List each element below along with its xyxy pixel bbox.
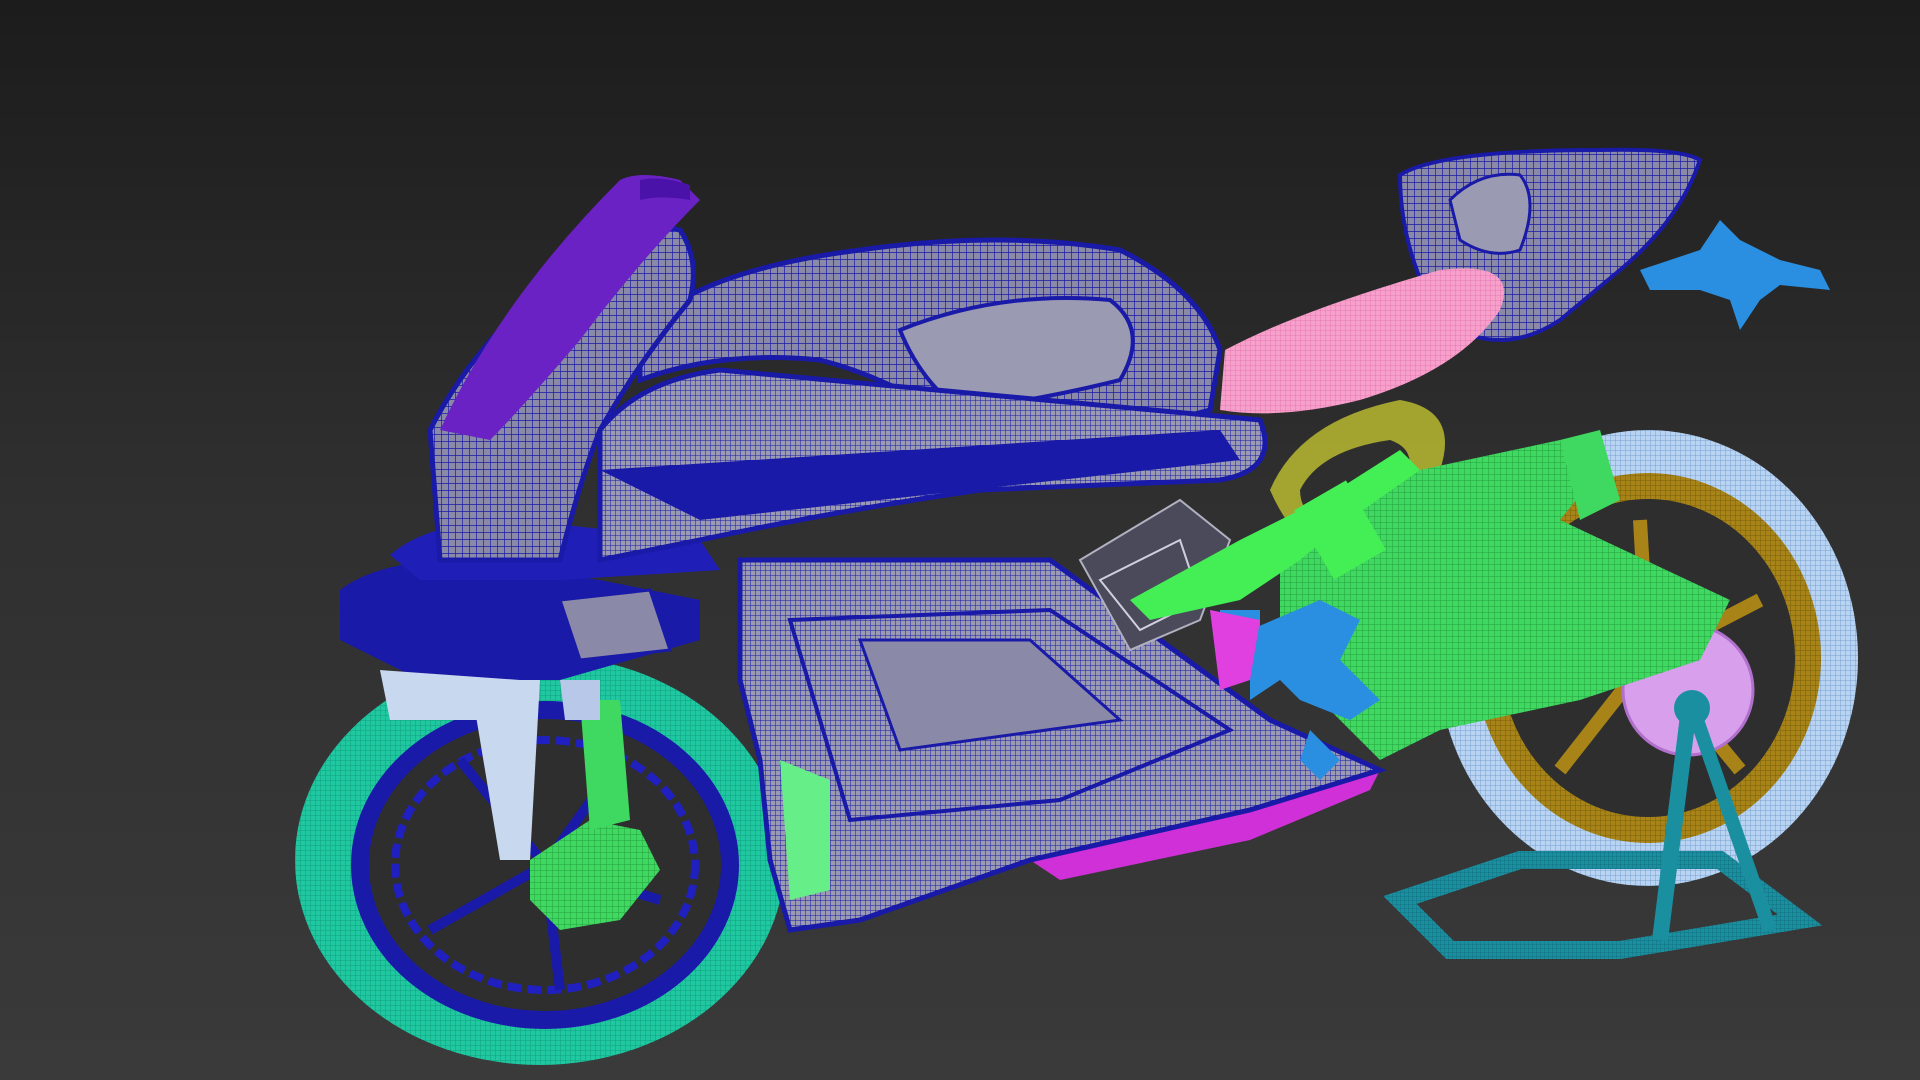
- side-vent[interactable]: [557, 588, 673, 662]
- 3d-viewport[interactable]: [0, 0, 1920, 1080]
- motorcycle-wireframe-scene[interactable]: [0, 0, 1920, 1080]
- seat[interactable]: [1220, 268, 1504, 414]
- tail-light[interactable]: [1640, 220, 1830, 330]
